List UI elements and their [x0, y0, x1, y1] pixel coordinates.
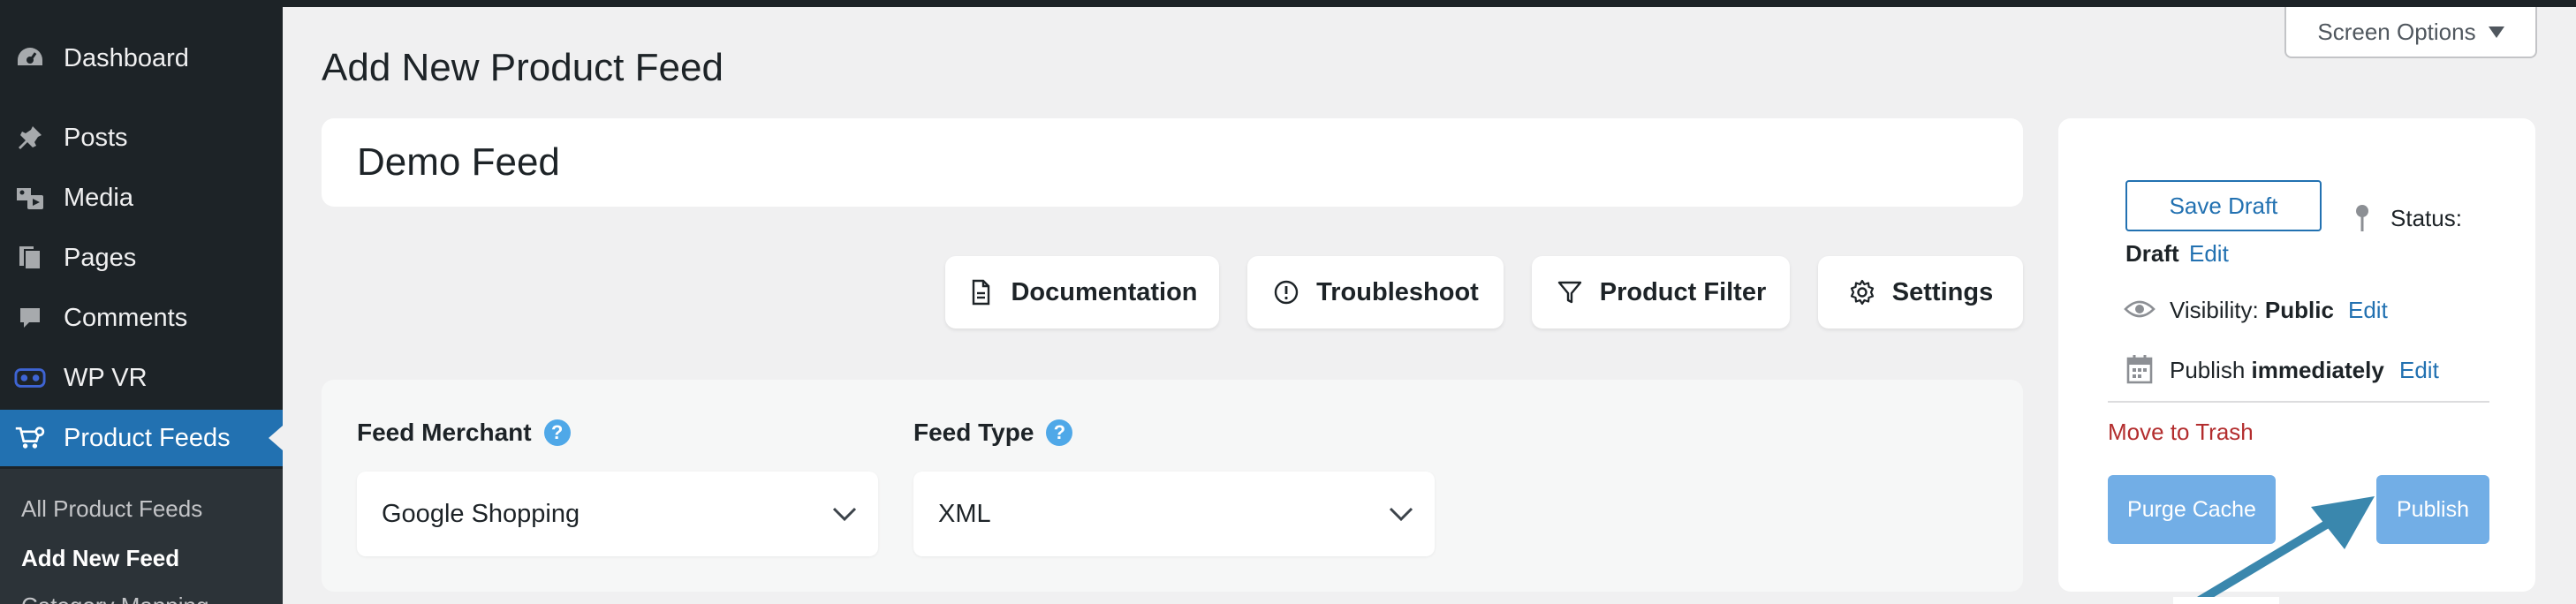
settings-button[interactable]: Settings	[1818, 256, 2023, 328]
calendar-icon	[2126, 355, 2153, 384]
screen-options-button[interactable]: Screen Options	[2284, 7, 2537, 58]
annotation-arrow-icon	[2195, 496, 2375, 604]
publish-schedule-value: immediately	[2251, 357, 2384, 383]
sidebar-item-comments[interactable]: Comments	[0, 290, 283, 346]
sidebar-item-wp-vr[interactable]: WP VR	[0, 350, 283, 406]
chevron-down-icon	[832, 507, 857, 522]
visibility-row: Visibility: Public	[2170, 297, 2334, 324]
sidebar-item-label: Posts	[64, 123, 128, 152]
visibility-label: Visibility:	[2170, 297, 2259, 323]
publish-schedule-label: Publish	[2170, 357, 2246, 383]
edit-status-link[interactable]: Edit	[2189, 240, 2229, 268]
sidebar-item-pages[interactable]: Pages	[0, 230, 283, 286]
gear-icon	[1850, 279, 1874, 306]
troubleshoot-label: Troubleshoot	[1316, 277, 1479, 306]
feed-type-label-text: Feed Type	[913, 419, 1034, 446]
pin-icon	[2356, 205, 2368, 231]
document-icon	[973, 279, 990, 306]
pages-icon	[14, 244, 46, 272]
troubleshoot-button[interactable]: Troubleshoot	[1247, 256, 1504, 328]
documentation-button[interactable]: Documentation	[945, 256, 1219, 328]
caret-down-icon	[2488, 26, 2504, 38]
sidebar-item-media[interactable]: Media	[0, 170, 283, 226]
feed-type-select[interactable]: XML	[913, 472, 1435, 556]
product-filter-button[interactable]: Product Filter	[1532, 256, 1790, 328]
publish-button[interactable]: Publish	[2376, 475, 2489, 544]
status-label: Status:	[2390, 205, 2462, 231]
media-icon	[14, 184, 46, 212]
submenu-item-category-mapping[interactable]: Category Mapping	[21, 593, 208, 604]
overlay-edge	[2173, 597, 2279, 604]
dashboard-icon	[14, 44, 46, 72]
sidebar-item-label: WP VR	[64, 363, 148, 392]
alert-circle-icon	[1274, 280, 1299, 305]
sidebar-item-label: Product Feeds	[64, 423, 231, 452]
edit-schedule-link[interactable]: Edit	[2399, 357, 2439, 384]
filter-icon	[1557, 281, 1581, 304]
settings-label: Settings	[1891, 277, 1994, 306]
comments-icon	[14, 304, 46, 332]
sidebar-item-label: Media	[64, 183, 133, 212]
publish-schedule-row: Publish immediately	[2170, 357, 2384, 384]
cart-icon	[14, 424, 46, 452]
screen-options-label: Screen Options	[2317, 18, 2476, 45]
sidebar-item-dashboard[interactable]: Dashboard	[0, 30, 283, 87]
feed-title-input[interactable]	[357, 138, 1982, 187]
help-icon[interactable]: ?	[1046, 419, 1073, 446]
feed-merchant-label: Feed Merchant ?	[357, 419, 571, 447]
product-filter-label: Product Filter	[1599, 277, 1767, 306]
admin-bar	[0, 0, 2576, 7]
page-title: Add New Product Feed	[322, 46, 724, 89]
sidebar-item-posts[interactable]: Posts	[0, 109, 283, 166]
sidebar-item-label: Pages	[64, 243, 137, 272]
sidebar-item-product-feeds[interactable]: Product Feeds	[0, 410, 283, 466]
visibility-value: Public	[2264, 297, 2334, 323]
submenu-item-add-new-feed[interactable]: Add New Feed	[21, 545, 179, 572]
feed-merchant-label-text: Feed Merchant	[357, 419, 532, 446]
sidebar-item-label: Comments	[64, 303, 188, 332]
sidebar-item-label: Dashboard	[64, 43, 189, 72]
feed-type-label: Feed Type ?	[913, 419, 1073, 447]
feed-merchant-select[interactable]: Google Shopping	[357, 472, 878, 556]
feed-merchant-value: Google Shopping	[382, 499, 580, 528]
status-value: Draft	[2125, 240, 2179, 267]
product-feeds-submenu: All Product Feeds Add New Feed Category …	[0, 469, 283, 604]
move-to-trash-link[interactable]: Move to Trash	[2108, 419, 2254, 446]
vr-headset-icon	[14, 364, 46, 392]
documentation-label: Documentation	[1011, 277, 1198, 306]
eye-icon	[2124, 300, 2156, 318]
submenu-item-all-feeds[interactable]: All Product Feeds	[21, 495, 202, 523]
edit-visibility-link[interactable]: Edit	[2348, 297, 2388, 324]
save-draft-button[interactable]: Save Draft	[2125, 180, 2322, 231]
divider	[2108, 401, 2489, 403]
pushpin-icon	[14, 124, 46, 152]
feed-type-value: XML	[938, 499, 991, 528]
feed-title-box	[322, 118, 2023, 207]
admin-sidebar: Dashboard Posts Media Pages Comments WP …	[0, 0, 283, 604]
help-icon[interactable]: ?	[543, 419, 571, 446]
chevron-down-icon	[1389, 507, 1413, 522]
